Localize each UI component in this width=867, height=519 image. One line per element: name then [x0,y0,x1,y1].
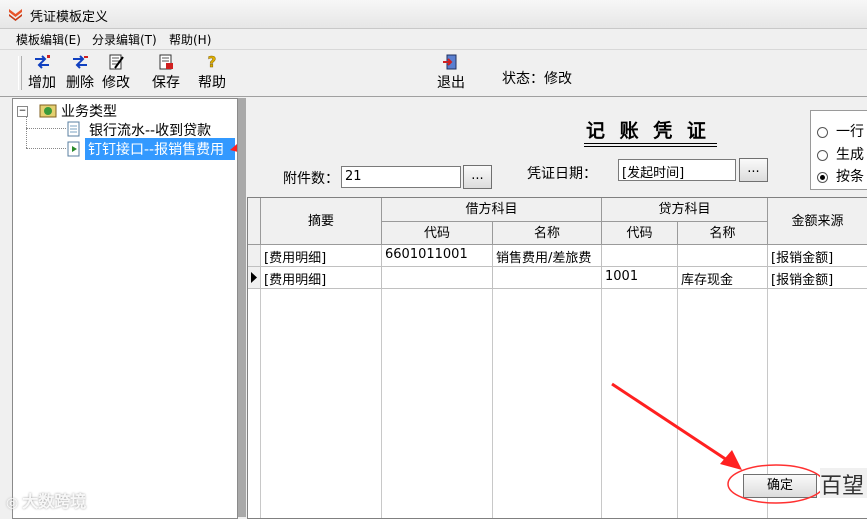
add-icon [35,55,50,69]
col-header-credit: 贷方科目 [602,198,768,222]
delete-button[interactable]: 删除 [64,54,96,92]
grid-cell-summary[interactable]: [费用明细] [261,245,382,267]
voucher-title: 记 账 凭 证 [586,120,710,142]
status-text: 状态：修改 [502,71,572,87]
radio-per-item[interactable]: 按条 [817,166,864,186]
edit-button[interactable]: 修改 [100,54,132,92]
save-icon [159,54,173,70]
row-indicator-header [248,198,261,245]
grid-cell-credit-code[interactable]: 1001 [602,267,678,289]
radio-one-line[interactable]: 一行 [817,121,864,141]
grid-column-line [260,289,261,518]
toolbar-grip [18,56,22,90]
watermark-text: 大数跨境 [22,492,87,511]
grid-cell-amount-source[interactable]: [报销金额] [768,245,867,267]
col-header-debit: 借方科目 [382,198,602,222]
watermark: ◎ 大数跨境 [6,488,86,512]
radio-button-checked [817,171,828,183]
grid-cell-debit-name[interactable] [493,267,602,289]
menu-template-edit[interactable]: 模板编辑(E) [16,31,81,48]
row-indicator-current[interactable] [248,267,261,289]
svg-text:?: ? [208,54,217,70]
document-icon [67,121,80,137]
grid-cell-amount-source[interactable]: [报销金额] [768,267,867,289]
title-underline [584,143,717,144]
radio-label: 按条 [836,169,864,185]
add-label: 增加 [28,75,56,91]
add-button[interactable]: 增加 [26,54,58,92]
menu-help[interactable]: 帮助(H) [169,31,211,48]
grid-column-line [381,289,382,518]
radio-generate[interactable]: 生成 [817,144,864,164]
app-icon [9,9,22,21]
watermark-right: 百望 [820,468,867,498]
collapse-toggle[interactable]: − [17,106,28,117]
title-bar: 凭证模板定义 [0,0,867,29]
root-node-icon [39,104,57,118]
row-indicator[interactable] [248,245,261,267]
col-header-credit-code: 代码 [602,222,678,245]
edit-icon [109,54,124,70]
voucher-date-label: 凭证日期： [527,166,597,182]
col-header-debit-code: 代码 [382,222,493,245]
attachments-browse-button[interactable]: ... [463,165,492,189]
panel-splitter[interactable] [237,98,246,517]
col-header-amount-source: 金额来源 [768,198,867,245]
grid-cell-credit-code[interactable] [602,245,678,267]
save-label: 保存 [152,75,180,91]
grid-cell-credit-name[interactable]: 库存现金 [678,267,768,289]
window-title: 凭证模板定义 [30,10,109,25]
delete-icon [73,55,88,69]
grid-column-line [492,289,493,518]
grid-cell-debit-name[interactable]: 销售费用/差旅费 [493,245,602,267]
document-play-icon [67,141,80,157]
title-underline [584,146,717,147]
exit-button[interactable]: 退出 [434,54,468,92]
menu-entry-edit[interactable]: 分录编辑(T) [92,31,157,48]
grid-cell-credit-name[interactable] [678,245,768,267]
wechat-icon: ◎ [6,495,19,511]
voucher-date-browse-button[interactable]: ... [739,158,768,182]
save-button[interactable]: 保存 [150,54,182,92]
edit-label: 修改 [102,75,130,91]
radio-button [817,149,828,161]
toolbar: 增加 删除 修改 保存 ? 帮助 退出 状态：修改 [0,50,867,97]
voucher-date-input[interactable]: [发起时间] [618,159,736,181]
exit-label: 退出 [437,75,465,91]
attachments-label: 附件数： [283,171,339,187]
tree-connector [26,113,28,148]
radio-button [817,126,828,138]
exit-door-icon [443,54,457,70]
col-header-credit-name: 名称 [678,222,768,245]
tree-root-label[interactable]: 业务类型 [61,101,117,121]
delete-label: 删除 [66,75,94,91]
grid-cell-debit-code[interactable]: 6601011001 [382,245,493,267]
menu-bar: 模板编辑(E) 分录编辑(T) 帮助(H) [0,29,867,50]
annotation-arrow [611,382,742,470]
attachments-input[interactable]: 21 [341,166,461,188]
generation-mode-group: 一行 生成 按条 [810,110,867,190]
question-icon: ? [207,54,217,70]
tree-item-label-selected: 钉钉接口--报销售费用 [85,138,235,160]
tree-item-label: 银行流水--收到贷款 [89,123,212,139]
col-header-summary: 摘要 [261,198,382,245]
help-button[interactable]: ? 帮助 [196,54,228,92]
current-row-arrow-icon [251,272,257,283]
grid-cell-debit-code[interactable] [382,267,493,289]
grid-column-line [601,289,602,518]
grid-cell-summary[interactable]: [费用明细] [261,267,382,289]
tree-connector [26,148,66,150]
help-label: 帮助 [198,75,226,91]
radio-label: 生成 [836,147,864,163]
radio-label: 一行 [836,124,864,140]
business-type-tree: − 业务类型 银行流水--收到贷款 钉钉接口--报销售费用 [12,98,238,519]
col-header-debit-name: 名称 [493,222,602,245]
tree-connector [26,128,66,130]
